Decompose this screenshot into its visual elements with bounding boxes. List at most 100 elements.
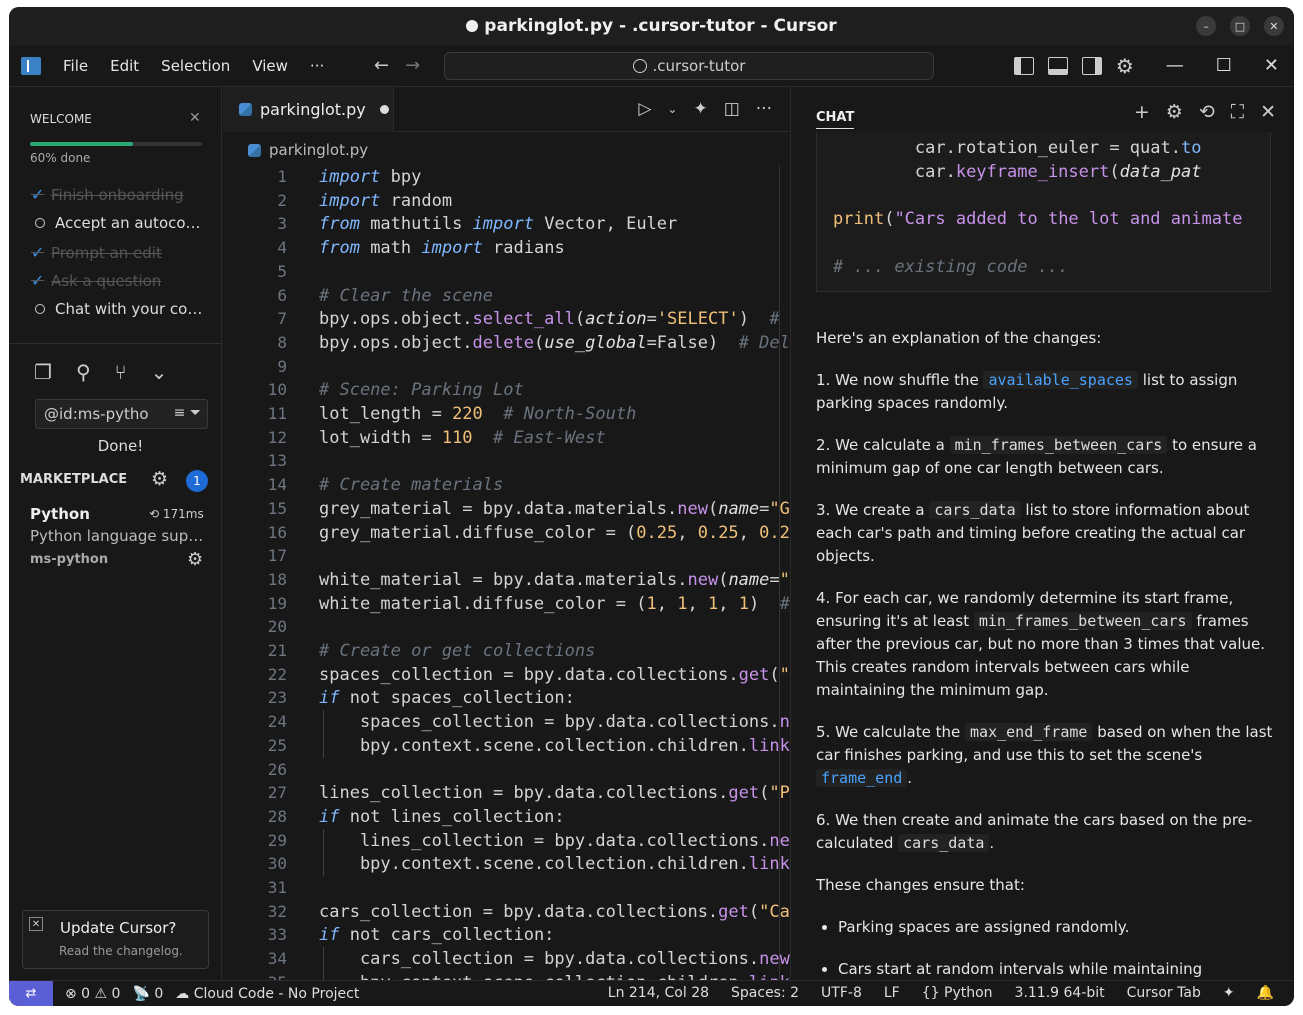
extension-name[interactable]: Python xyxy=(30,505,90,523)
code-line[interactable]: 14 # Create materials xyxy=(223,473,790,497)
code-line[interactable]: 24 spaces_collection = bpy.data.collecti… xyxy=(223,710,790,735)
chevron-down-icon[interactable]: ⌄ xyxy=(667,102,677,116)
onboarding-step[interactable]: ✓ Finish onboarding xyxy=(31,185,184,204)
update-notification[interactable]: ✕ Update Cursor? Read the changelog. xyxy=(22,910,209,969)
modified-dot-icon[interactable] xyxy=(379,105,389,114)
remote-icon[interactable]: ⇄ xyxy=(9,980,53,1006)
code-area[interactable]: 1 import bpy 2 import random 3 from mathutils… xyxy=(223,165,790,980)
extension-search-input[interactable]: @id:ms-pytho ≡ ⏷ xyxy=(35,399,208,429)
code-line[interactable]: 7 bpy.ops.object.select_all(action='SELEC… xyxy=(223,307,790,331)
filter-icon[interactable]: ⏷ xyxy=(190,405,201,421)
breadcrumb[interactable]: parkinglot.py xyxy=(248,141,368,159)
search-icon[interactable]: ⚲ xyxy=(76,360,91,384)
menu-edit[interactable]: Edit xyxy=(110,57,139,75)
code-line[interactable]: 17 xyxy=(223,544,790,568)
onboarding-step[interactable]: ✓ Ask a question xyxy=(31,271,161,290)
cursor-position[interactable]: Ln 214, Col 28 xyxy=(608,985,709,1001)
code-line[interactable]: 29 lines_collection = bpy.data.collectio… xyxy=(223,828,790,853)
code-line[interactable]: 22 spaces_collection = bpy.data.collectio… xyxy=(223,663,790,687)
code-line[interactable]: 30 bpy.context.scene.collection.children… xyxy=(223,852,790,877)
sparkle-icon[interactable]: ✦ xyxy=(1223,985,1235,1001)
code-line[interactable]: 32 cars_collection = bpy.data.collections… xyxy=(223,900,790,924)
split-editor-icon[interactable]: ◫ xyxy=(724,99,740,119)
toggle-secondary-sidebar-icon[interactable] xyxy=(1081,56,1102,75)
toggle-sidebar-icon[interactable] xyxy=(1013,56,1034,75)
run-icon[interactable]: ▷ xyxy=(638,99,651,119)
onboarding-step[interactable]: ✓ Prompt an edit xyxy=(31,243,162,262)
copy-icon[interactable]: ❐ xyxy=(34,360,52,384)
code-line[interactable]: 6 # Clear the scene xyxy=(223,284,790,308)
code-line[interactable]: 27 lines_collection = bpy.data.collection… xyxy=(223,781,790,805)
clear-filter-icon[interactable]: ≡ xyxy=(174,405,186,421)
encoding[interactable]: UTF-8 xyxy=(821,985,862,1001)
command-center-search[interactable]: .cursor-tutor xyxy=(444,52,934,80)
tab-parkinglot[interactable]: parkinglot.py xyxy=(223,87,394,132)
code-line[interactable]: 12 lot_width = 110 # East-West xyxy=(223,426,790,450)
code-line[interactable]: 33 if not cars_collection: xyxy=(223,923,790,947)
toggle-panel-icon[interactable] xyxy=(1047,56,1068,75)
code-line[interactable]: 4 from math import radians xyxy=(223,236,790,260)
close-icon[interactable]: ✕ xyxy=(1260,101,1276,123)
code-line[interactable]: 15 grey_material = bpy.data.materials.new… xyxy=(223,497,790,521)
code-line[interactable]: 10 # Scene: Parking Lot xyxy=(223,378,790,402)
close-window-icon[interactable]: ✕ xyxy=(1264,55,1279,76)
indentation[interactable]: Spaces: 2 xyxy=(731,985,799,1001)
gear-icon[interactable]: ⚙ xyxy=(1166,101,1183,123)
restore-icon[interactable]: ☐ xyxy=(1216,55,1232,76)
gear-icon[interactable]: ⚙ xyxy=(151,468,168,490)
code-line[interactable]: 3 from mathutils import Vector, Euler xyxy=(223,212,790,236)
code-line[interactable]: 9 xyxy=(223,355,790,379)
code-line[interactable]: 1 import bpy xyxy=(223,165,790,189)
close-icon[interactable]: ✕ xyxy=(189,110,201,126)
code-line[interactable]: 34 cars_collection = bpy.data.collection… xyxy=(223,947,790,972)
menu-view[interactable]: View xyxy=(252,57,288,75)
cloud-code-status[interactable]: ☁ Cloud Code - No Project xyxy=(175,986,359,1002)
forward-arrow-icon[interactable]: → xyxy=(405,55,420,76)
plus-icon[interactable]: + xyxy=(1134,101,1150,123)
onboarding-step[interactable]: Accept an autoco… xyxy=(31,214,201,232)
extension-gear-icon[interactable]: ⚙ xyxy=(187,549,203,570)
menu-more[interactable]: ··· xyxy=(310,57,324,75)
changelog-link[interactable]: Read the changelog. xyxy=(59,944,183,958)
settings-gear-icon[interactable]: ⚙ xyxy=(1116,56,1134,76)
problems-indicator[interactable]: ⊗ 0 ⚠ 0 xyxy=(65,986,120,1002)
minimize-button[interactable]: – xyxy=(1196,16,1216,36)
code-line[interactable]: 20 xyxy=(223,615,790,639)
maximize-icon[interactable]: ⛶ xyxy=(1231,101,1244,123)
dismiss-icon[interactable]: ✕ xyxy=(29,917,43,931)
code-line[interactable]: 31 xyxy=(223,876,790,900)
menu-selection[interactable]: Selection xyxy=(161,57,230,75)
chevron-down-icon[interactable]: ⌄ xyxy=(151,360,168,384)
back-arrow-icon[interactable]: ← xyxy=(374,55,389,76)
line-ending[interactable]: LF xyxy=(884,985,900,1001)
source-control-icon[interactable]: ⑂ xyxy=(115,360,127,384)
code-line[interactable]: 5 xyxy=(223,260,790,284)
app-window: parkinglot.py - .cursor-tutor - Cursor –… xyxy=(9,7,1294,1006)
maximize-button[interactable]: □ xyxy=(1230,16,1250,36)
code-line[interactable]: 2 import random xyxy=(223,189,790,213)
code-line[interactable]: 18 white_material = bpy.data.materials.ne… xyxy=(223,568,790,592)
code-line[interactable]: 35 bpy.context.scene.collection.children… xyxy=(223,970,790,980)
code-line[interactable]: 28 if not lines_collection: xyxy=(223,805,790,829)
cursor-tab[interactable]: Cursor Tab xyxy=(1127,985,1201,1001)
close-button[interactable]: ✕ xyxy=(1264,16,1284,36)
language-mode[interactable]: {} Python xyxy=(922,985,993,1001)
code-line[interactable]: 23 if not spaces_collection: xyxy=(223,686,790,710)
code-line[interactable]: 19 white_material.diffuse_color = (1, 1, … xyxy=(223,592,790,616)
sparkle-icon[interactable]: ✦ xyxy=(693,99,707,119)
ports-indicator[interactable]: 📡 0 xyxy=(132,986,163,1002)
interpreter-version[interactable]: 3.11.9 64-bit xyxy=(1015,985,1105,1001)
code-line[interactable]: 21 # Create or get collections xyxy=(223,639,790,663)
more-actions-icon[interactable]: ··· xyxy=(756,99,772,119)
history-icon[interactable]: ⟲ xyxy=(1199,101,1215,123)
onboarding-step[interactable]: Chat with your co… xyxy=(31,300,202,318)
code-line[interactable]: 13 xyxy=(223,449,790,473)
code-line[interactable]: 26 xyxy=(223,758,790,782)
bell-icon[interactable]: 🔔 xyxy=(1257,985,1274,1001)
code-line[interactable]: 11 lot_length = 220 # North-South xyxy=(223,402,790,426)
code-line[interactable]: 16 grey_material.diffuse_color = (0.25, 0… xyxy=(223,521,790,545)
menu-file[interactable]: File xyxy=(63,57,88,75)
minimize-icon[interactable]: — xyxy=(1166,55,1184,76)
code-line[interactable]: 8 bpy.ops.object.delete(use_global=False)… xyxy=(223,331,790,355)
code-line[interactable]: 25 bpy.context.scene.collection.children… xyxy=(223,733,790,758)
